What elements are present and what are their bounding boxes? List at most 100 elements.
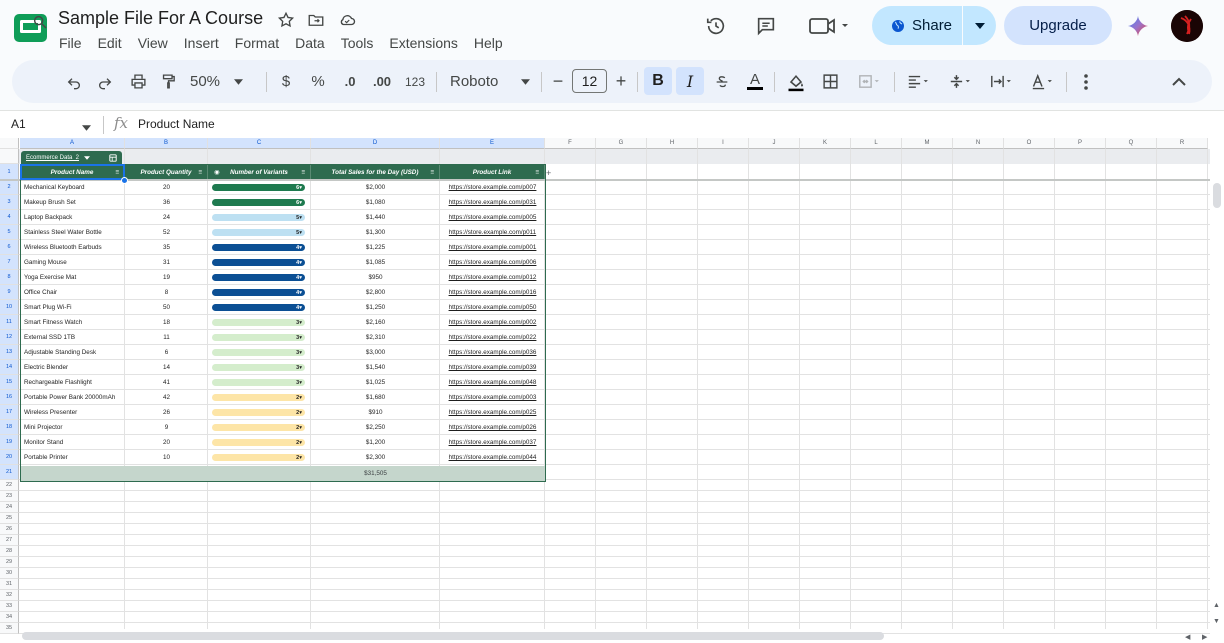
product-link-cell[interactable]: https://store.example.com/p006 xyxy=(440,255,545,270)
total-sales-cell[interactable]: $2,300 xyxy=(311,450,440,465)
row-header[interactable]: 16 xyxy=(0,390,19,405)
column-header[interactable]: M xyxy=(902,138,953,149)
frozen-row-divider[interactable] xyxy=(0,179,1210,181)
product-link-cell[interactable]: https://store.example.com/p050 xyxy=(440,300,545,315)
strikethrough-icon[interactable] xyxy=(712,60,732,103)
row-header[interactable]: 27 xyxy=(0,535,19,546)
undo-icon[interactable] xyxy=(64,60,84,103)
product-name-cell[interactable]: Smart Plug Wi-Fi xyxy=(20,300,125,315)
product-quantity-cell[interactable]: 20 xyxy=(125,435,208,450)
total-sales-cell[interactable]: $2,800 xyxy=(311,285,440,300)
vertical-align-icon[interactable] xyxy=(942,60,978,103)
product-name-cell[interactable]: Portable Power Bank 20000mAh xyxy=(20,390,125,405)
variants-dropdown-chip[interactable]: 5 ▾ xyxy=(212,214,305,221)
menu-data[interactable]: Data xyxy=(295,33,325,53)
increase-font-size-button[interactable]: + xyxy=(613,60,629,103)
variants-dropdown-chip[interactable]: 3 ▾ xyxy=(212,364,305,371)
variants-dropdown-chip[interactable]: 6 ▾ xyxy=(212,199,305,206)
product-name-cell[interactable]: Office Chair xyxy=(20,285,125,300)
row-header[interactable]: 2 xyxy=(0,180,19,195)
product-link-cell[interactable]: https://store.example.com/p016 xyxy=(440,285,545,300)
row-header[interactable]: 9 xyxy=(0,285,19,300)
horizontal-scrollbar[interactable] xyxy=(22,632,884,640)
row-header[interactable]: 22 xyxy=(0,480,19,491)
product-quantity-cell[interactable]: 6 xyxy=(125,345,208,360)
product-link-cell[interactable]: https://store.example.com/p002 xyxy=(440,315,545,330)
menu-view[interactable]: View xyxy=(138,33,168,53)
total-sales-cell[interactable]: $1,225 xyxy=(311,240,440,255)
percent-format-button[interactable]: % xyxy=(310,60,326,103)
variants-dropdown-chip[interactable]: 2 ▾ xyxy=(212,439,305,446)
formula-input[interactable]: Product Name xyxy=(138,117,215,131)
row-header[interactable]: 26 xyxy=(0,524,19,535)
product-name-cell[interactable]: Smart Fitness Watch xyxy=(20,315,125,330)
total-sales-cell[interactable]: $2,160 xyxy=(311,315,440,330)
star-icon[interactable] xyxy=(277,11,295,29)
total-sales-value[interactable]: $31,505 xyxy=(311,466,440,481)
column-header[interactable]: A xyxy=(20,138,125,149)
row-header[interactable]: 20 xyxy=(0,450,19,465)
row-header[interactable]: 29 xyxy=(0,557,19,568)
row-header[interactable]: 19 xyxy=(0,435,19,450)
product-name-cell[interactable]: Laptop Backpack xyxy=(20,210,125,225)
product-link-cell[interactable]: https://store.example.com/p012 xyxy=(440,270,545,285)
total-sales-cell[interactable]: $1,200 xyxy=(311,435,440,450)
variants-dropdown-chip[interactable]: 4 ▾ xyxy=(212,289,305,296)
variants-dropdown-chip[interactable]: 4 ▾ xyxy=(212,244,305,251)
product-link-cell[interactable]: https://store.example.com/p031 xyxy=(440,195,545,210)
row-header[interactable]: 3 xyxy=(0,195,19,210)
column-header[interactable]: Q xyxy=(1106,138,1157,149)
row-header[interactable]: 1 xyxy=(0,164,19,180)
row-header[interactable]: 28 xyxy=(0,546,19,557)
row-header[interactable]: 31 xyxy=(0,579,19,590)
search-menus-icon[interactable] xyxy=(30,0,50,43)
select-all-corner[interactable] xyxy=(0,138,19,149)
product-quantity-cell[interactable]: 19 xyxy=(125,270,208,285)
product-quantity-cell[interactable]: 50 xyxy=(125,300,208,315)
total-sales-cell[interactable]: $1,250 xyxy=(311,300,440,315)
total-sales-cell[interactable]: $1,680 xyxy=(311,390,440,405)
total-sales-cell[interactable]: $2,310 xyxy=(311,330,440,345)
row-header[interactable]: 5 xyxy=(0,225,19,240)
italic-button[interactable]: I xyxy=(676,67,704,95)
row-header[interactable]: 11 xyxy=(0,315,19,330)
column-header[interactable]: I xyxy=(698,138,749,149)
currency-format-button[interactable]: $ xyxy=(278,60,294,103)
row-header[interactable]: 32 xyxy=(0,590,19,601)
version-history-icon[interactable] xyxy=(705,15,727,37)
product-quantity-cell[interactable]: 20 xyxy=(125,180,208,195)
row-header[interactable]: 14 xyxy=(0,360,19,375)
menu-tools[interactable]: Tools xyxy=(341,33,374,53)
product-link-cell[interactable]: https://store.example.com/p001 xyxy=(440,240,545,255)
row-header[interactable]: 8 xyxy=(0,270,19,285)
name-box-dropdown-icon[interactable] xyxy=(82,118,91,136)
variants-dropdown-chip[interactable]: 6 ▾ xyxy=(212,184,305,191)
share-button[interactable]: Share xyxy=(872,6,996,45)
product-name-cell[interactable]: Wireless Presenter xyxy=(20,405,125,420)
product-quantity-cell[interactable]: 11 xyxy=(125,330,208,345)
collapse-toolbar-icon[interactable] xyxy=(1169,60,1189,103)
product-link-cell[interactable]: https://store.example.com/p044 xyxy=(440,450,545,465)
total-sales-cell[interactable]: $1,440 xyxy=(311,210,440,225)
product-link-cell[interactable]: https://store.example.com/p007 xyxy=(440,180,545,195)
column-header[interactable]: R xyxy=(1157,138,1208,149)
row-header[interactable]: 30 xyxy=(0,568,19,579)
column-header[interactable]: L xyxy=(851,138,902,149)
scroll-right-arrow-icon[interactable]: ▶ xyxy=(1202,633,1207,641)
product-name-cell[interactable]: Wireless Bluetooth Earbuds xyxy=(20,240,125,255)
filter-icon[interactable]: ≡ xyxy=(115,169,119,176)
table-view-icon[interactable] xyxy=(103,151,122,164)
comments-icon[interactable] xyxy=(755,15,777,37)
product-link-cell[interactable]: https://store.example.com/p025 xyxy=(440,405,545,420)
product-quantity-cell[interactable]: 10 xyxy=(125,450,208,465)
decrease-font-size-button[interactable]: − xyxy=(550,60,566,103)
row-header[interactable]: 33 xyxy=(0,601,19,612)
row-header[interactable]: 34 xyxy=(0,612,19,623)
header-product-quantity[interactable]: Product Quantity ≡ xyxy=(125,164,208,180)
product-name-cell[interactable]: Portable Printer xyxy=(20,450,125,465)
product-quantity-cell[interactable]: 24 xyxy=(125,210,208,225)
row-header[interactable]: 4 xyxy=(0,210,19,225)
header-total-sales[interactable]: Total Sales for the Day (USD) ≡ xyxy=(311,164,440,180)
cloud-saved-icon[interactable] xyxy=(337,11,357,29)
scroll-down-arrow-icon[interactable]: ▼ xyxy=(1213,618,1220,625)
